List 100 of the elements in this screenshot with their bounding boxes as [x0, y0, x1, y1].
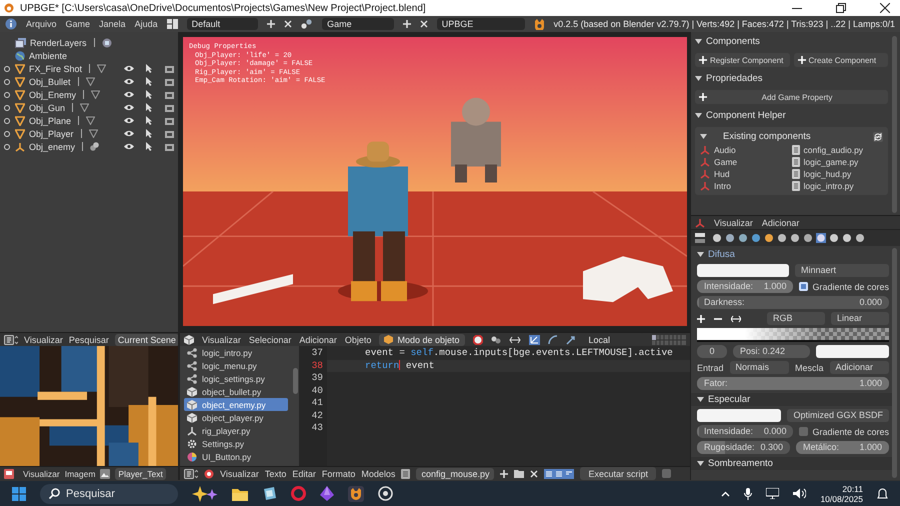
cube-icon[interactable]	[184, 334, 194, 344]
menu-item[interactable]: Imagem	[64, 468, 96, 478]
panel-header[interactable]: Difusa	[708, 249, 735, 260]
checkbox[interactable]	[799, 282, 808, 291]
menu-item[interactable]: Visualizar	[220, 468, 259, 478]
menu-item[interactable]: Visualizar	[714, 218, 753, 228]
color-swatch[interactable]	[697, 264, 789, 277]
menu-item[interactable]: Adicionar	[299, 334, 337, 344]
python-icon[interactable]	[204, 468, 214, 478]
outliner-item[interactable]: Obj_Gun	[29, 102, 66, 112]
register-component-button[interactable]: Register Component	[695, 53, 790, 67]
engine-dropdown[interactable]: UPBGE	[436, 18, 525, 30]
color-swatch[interactable]	[816, 345, 889, 358]
eye-icon[interactable]	[124, 143, 134, 150]
menu-item[interactable]: Visualizar	[202, 334, 241, 344]
checkbox[interactable]	[662, 469, 671, 478]
node-script-icon[interactable]	[187, 360, 197, 370]
menu-item[interactable]: Texto	[264, 468, 286, 478]
menu-item[interactable]: Visualizar	[24, 334, 63, 344]
eye-icon[interactable]	[124, 65, 134, 72]
collapse-triangle-icon[interactable]	[695, 38, 702, 45]
plus-icon[interactable]	[267, 20, 276, 28]
menu-item[interactable]: Adicionar	[762, 218, 800, 228]
eye-icon[interactable]	[124, 130, 134, 137]
darkness-slider[interactable]: Darkness: 0.000	[697, 296, 889, 309]
rotate-icon[interactable]	[548, 334, 558, 344]
node-script-icon[interactable]	[187, 348, 197, 358]
outliner-item[interactable]: Ambiente	[29, 50, 68, 60]
collapse-triangle-icon[interactable]	[695, 75, 702, 82]
collapse-triangle-icon[interactable]	[697, 460, 704, 467]
add-game-property-button[interactable]: Add Game Property	[695, 90, 888, 104]
upbge-app-icon[interactable]	[348, 486, 364, 502]
color-ramp[interactable]	[697, 328, 889, 342]
component-file[interactable]: config_audio.py	[804, 145, 864, 155]
outliner-item[interactable]: Obj_Plane	[29, 116, 72, 126]
info-icon[interactable]	[5, 18, 17, 30]
layers-grid-icon[interactable]	[652, 334, 686, 344]
notification-icon[interactable]	[877, 488, 888, 500]
circle-app-icon[interactable]	[378, 486, 393, 501]
speaker-icon[interactable]	[793, 488, 806, 499]
file-item[interactable]: rig_player.py	[184, 424, 288, 437]
create-component-button[interactable]: Create Component	[794, 53, 888, 67]
outliner-item[interactable]: Obj_Player	[29, 128, 74, 138]
scene-icon[interactable]	[301, 19, 314, 29]
subpanel-header[interactable]: Existing components	[711, 131, 869, 142]
image-field[interactable]: Player_Text	[115, 468, 166, 480]
menu-item[interactable]: Selecionar	[248, 334, 292, 344]
collapse-triangle-icon[interactable]	[695, 112, 702, 119]
menu-item[interactable]: Modelos	[361, 468, 396, 478]
mode-dropdown[interactable]: Modo de objeto	[379, 334, 464, 346]
folder-icon[interactable]	[514, 469, 524, 478]
collapse-triangle-icon[interactable]	[700, 133, 707, 140]
eye-icon[interactable]	[124, 117, 134, 124]
text-name-field[interactable]: config_mouse.py	[416, 468, 494, 480]
eye-icon[interactable]	[124, 91, 134, 98]
file-item[interactable]: object_bullet.py	[184, 385, 288, 398]
layout-icon[interactable]	[166, 19, 178, 29]
panel-header[interactable]: Components	[706, 36, 760, 47]
app-icon[interactable]	[262, 486, 277, 501]
scene-field[interactable]: Game	[322, 18, 394, 30]
manipulator-icon[interactable]	[508, 334, 520, 344]
start-icon[interactable]	[12, 486, 26, 500]
folder-icon[interactable]	[232, 486, 248, 500]
armature-icon[interactable]	[15, 142, 25, 152]
interpolation-dropdown[interactable]: Linear	[831, 312, 889, 325]
component-name[interactable]: Intro	[714, 181, 732, 191]
cube-icon[interactable]	[187, 386, 197, 396]
clock-date[interactable]: 10/08/2025	[820, 494, 863, 504]
crystal-icon[interactable]	[320, 486, 334, 501]
node-script-icon[interactable]	[187, 374, 197, 384]
component-name[interactable]: Game	[714, 157, 738, 167]
close-icon[interactable]	[880, 3, 890, 13]
ramp-position-field[interactable]: Posi: 0.242	[733, 345, 810, 358]
microphone-icon[interactable]	[744, 488, 752, 500]
panel-header[interactable]: Component Helper	[706, 110, 786, 121]
color-ball-icon[interactable]	[187, 452, 197, 462]
editor-type-icon[interactable]	[184, 468, 198, 478]
file-item[interactable]: UI_Button.py	[184, 450, 288, 463]
menu-item[interactable]: Formato	[322, 468, 356, 478]
shader-dropdown[interactable]: Minnaert	[795, 264, 889, 277]
component-name[interactable]: Hud	[714, 169, 730, 179]
file-item[interactable]: logic_intro.py	[184, 346, 288, 359]
component-file[interactable]: logic_intro.py	[804, 181, 854, 191]
file-item[interactable]: logic_menu.py	[184, 359, 288, 372]
plus-icon[interactable]	[402, 20, 411, 28]
outliner-item[interactable]: Obj_enemy	[29, 142, 76, 152]
layout-field[interactable]: Default	[186, 18, 258, 30]
color-mode-dropdown[interactable]: RGB	[767, 312, 825, 325]
collapse-triangle-icon[interactable]	[697, 396, 704, 403]
editor-type-icon[interactable]	[4, 334, 18, 344]
intensity-slider[interactable]: Intensidade: 0.000	[697, 425, 794, 438]
component-file[interactable]: logic_hud.py	[804, 169, 852, 179]
file-item[interactable]: object_player.py	[184, 411, 288, 424]
sparkle-icon[interactable]	[192, 486, 218, 502]
ramp-index-field[interactable]: 0	[697, 345, 727, 358]
run-script-button[interactable]: Executar script	[580, 467, 656, 480]
menu-item[interactable]: Ajuda	[134, 19, 158, 29]
menu-item[interactable]: Visualizar	[23, 468, 60, 478]
file-item[interactable]: object_enemy.py	[184, 398, 288, 411]
input-dropdown[interactable]: Normais	[730, 361, 790, 374]
